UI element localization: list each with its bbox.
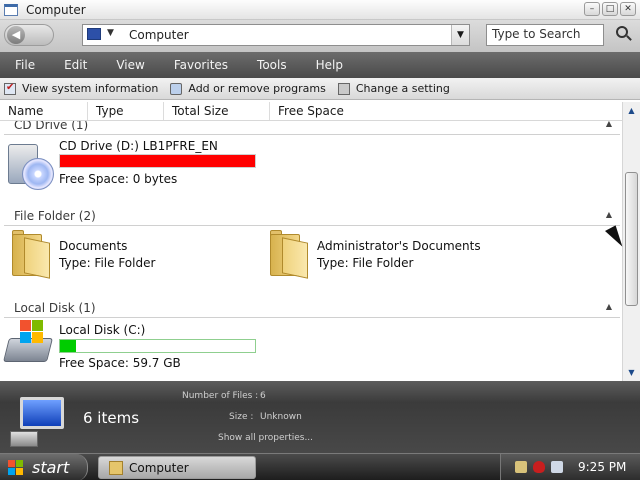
address-text: Computer <box>129 28 189 42</box>
show-all-properties-link[interactable]: Show all properties... <box>218 433 313 443</box>
collapse-arrow-icon[interactable]: ▲ <box>606 121 612 128</box>
command-label: Add or remove programs <box>188 82 326 95</box>
column-headers: Name Type Total Size Free Space <box>0 102 622 121</box>
view-system-information-button[interactable]: View system information <box>0 82 158 95</box>
menu-file[interactable]: File <box>6 52 44 78</box>
item-count: 6 items <box>83 409 140 427</box>
item-free-space: Free Space: 0 bytes <box>59 172 178 186</box>
window-controls: – □ ✕ <box>584 2 636 16</box>
menu-edit[interactable]: Edit <box>55 52 96 78</box>
column-name[interactable]: Name <box>0 102 88 120</box>
start-label: start <box>32 458 70 477</box>
usage-bar <box>59 154 256 168</box>
volume-icon[interactable] <box>551 461 563 473</box>
menu-favorites[interactable]: Favorites <box>165 52 237 78</box>
menu-tools[interactable]: Tools <box>248 52 296 78</box>
item-title: Local Disk (C:) <box>59 323 146 337</box>
window-icon <box>4 4 18 16</box>
column-free-space[interactable]: Free Space <box>270 102 370 120</box>
menu-bar: File Edit View Favorites Tools Help <box>0 52 640 78</box>
folder-icon <box>109 461 123 475</box>
scroll-up-icon[interactable]: ▲ <box>623 102 640 119</box>
file-list: CD Drive (1) ▲ CD Drive (D:) LB1PFRE_EN … <box>0 121 622 381</box>
windows-logo-icon <box>8 460 24 476</box>
scroll-down-icon[interactable]: ▼ <box>623 364 640 381</box>
group-header-cd[interactable]: CD Drive (1) ▲ <box>4 121 620 135</box>
menu-help[interactable]: Help <box>307 52 352 78</box>
checklist-icon <box>4 82 16 95</box>
change-setting-button[interactable]: Change a setting <box>334 82 450 95</box>
network-icon[interactable] <box>515 461 527 473</box>
title-bar: Computer – □ ✕ <box>0 0 640 20</box>
files-label: Number of Files : <box>182 391 259 401</box>
system-tray: 9:25 PM <box>500 454 640 480</box>
search-icon[interactable] <box>616 26 632 44</box>
usage-bar-fill <box>60 340 76 352</box>
item-title: Administrator's Documents <box>317 239 481 253</box>
computer-icon <box>10 397 70 447</box>
group-label: Local Disk (1) <box>14 301 96 315</box>
start-button[interactable]: start <box>0 454 88 480</box>
scroll-thumb[interactable] <box>625 172 638 306</box>
security-shield-icon[interactable] <box>533 461 545 473</box>
size-value: Unknown <box>260 412 302 422</box>
window-title: Computer <box>26 3 86 17</box>
group-header-folders[interactable]: File Folder (2) ▲ <box>4 208 620 226</box>
breadcrumb-arrow-icon[interactable]: ▼ <box>107 28 114 38</box>
group-header-disk[interactable]: Local Disk (1) ▲ <box>4 300 620 318</box>
item-free-space: Free Space: 59.7 GB <box>59 356 181 370</box>
column-type[interactable]: Type <box>88 102 164 120</box>
address-toolbar: ◀ ▼ Computer ▼ Type to Search <box>0 20 640 52</box>
item-title: CD Drive (D:) LB1PFRE_EN <box>59 139 218 153</box>
clock[interactable]: 9:25 PM <box>578 460 626 474</box>
command-bar: View system information Add or remove pr… <box>0 78 640 100</box>
close-button[interactable]: ✕ <box>620 2 636 16</box>
taskbar-item-label: Computer <box>129 461 189 475</box>
group-label: File Folder (2) <box>14 209 96 223</box>
control-panel-icon <box>337 82 350 95</box>
column-total-size[interactable]: Total Size <box>164 102 270 120</box>
command-label: View system information <box>22 82 159 95</box>
hard-drive-icon <box>3 320 54 366</box>
details-pane: 6 items Number of Files : 6 Size : Unkno… <box>0 381 640 453</box>
item-type: Type: File Folder <box>317 256 414 270</box>
taskbar: start Computer 9:25 PM <box>0 453 640 480</box>
taskbar-item-computer[interactable]: Computer <box>98 456 256 479</box>
maximize-button[interactable]: □ <box>602 2 618 16</box>
cd-drive-icon <box>6 138 56 190</box>
programs-icon <box>170 82 183 95</box>
collapse-arrow-icon[interactable]: ▲ <box>606 210 612 219</box>
minimize-button[interactable]: – <box>584 2 600 16</box>
collapse-arrow-icon[interactable]: ▲ <box>606 302 612 311</box>
usage-bar-fill <box>60 155 255 167</box>
back-button[interactable]: ◀ <box>4 24 54 46</box>
command-label: Change a setting <box>355 82 450 95</box>
files-value: 6 <box>260 391 266 401</box>
address-field[interactable]: ▼ Computer ▼ <box>82 24 470 46</box>
menu-view[interactable]: View <box>107 52 153 78</box>
item-title: Documents <box>59 239 128 253</box>
item-type: Type: File Folder <box>59 256 156 270</box>
usage-bar <box>59 339 256 353</box>
size-label: Size : <box>229 412 254 422</box>
search-input[interactable]: Type to Search <box>486 24 604 46</box>
computer-icon <box>87 28 101 40</box>
folder-icon <box>270 230 310 279</box>
folder-icon <box>12 230 52 279</box>
address-dropdown-button[interactable]: ▼ <box>451 25 469 45</box>
group-label: CD Drive (1) <box>14 121 89 132</box>
back-arrow-icon: ◀ <box>7 26 25 44</box>
add-remove-programs-button[interactable]: Add or remove programs <box>166 82 326 95</box>
